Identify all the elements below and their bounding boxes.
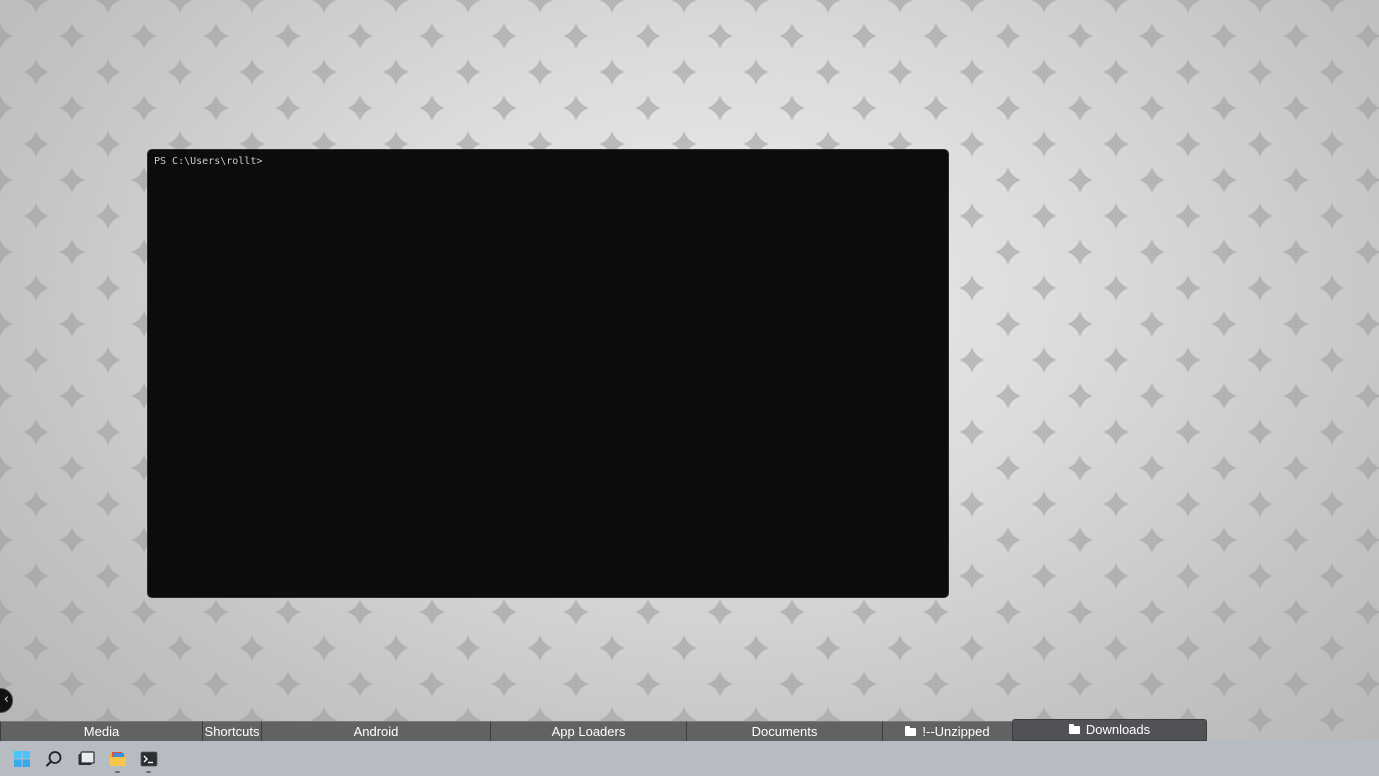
task-view-icon[interactable] — [77, 750, 95, 768]
folder-tab-downloads[interactable]: Downloads — [1012, 719, 1207, 741]
terminal-prompt: PS C:\Users\rollt> — [154, 156, 263, 167]
folder-tab-label: App Loaders — [551, 724, 626, 739]
running-indicator — [146, 771, 151, 773]
folder-tab-label: Downloads — [1085, 722, 1151, 737]
folder-tab-unzipped[interactable]: !--Unzipped — [882, 721, 1012, 741]
terminal-window[interactable]: PS C:\Users\rollt> — [148, 150, 948, 597]
folder-tab-media[interactable]: Media — [0, 721, 202, 741]
folder-tab-app-loaders[interactable]: App Loaders — [490, 721, 686, 741]
folder-icon — [1068, 724, 1080, 734]
folder-toolbar: Media Shortcuts Android App Loaders Docu… — [0, 719, 1379, 741]
folder-tab-shortcuts[interactable]: Shortcuts — [202, 721, 261, 741]
search-icon[interactable] — [45, 750, 63, 768]
folder-tab-label: Media — [83, 724, 120, 739]
running-indicator — [115, 771, 120, 773]
folder-tab-documents[interactable]: Documents — [686, 721, 882, 741]
chevron-left-icon: ‹ — [3, 692, 9, 707]
folder-icon — [905, 726, 917, 736]
folder-tab-label: Android — [353, 724, 399, 739]
terminal-icon[interactable] — [140, 750, 158, 768]
folder-tab-android[interactable]: Android — [261, 721, 490, 741]
taskbar — [0, 741, 1379, 776]
file-explorer-icon[interactable] — [109, 750, 127, 768]
desktop: PS C:\Users\rollt> ‹ Media Shortcuts And… — [0, 0, 1379, 776]
folder-tab-label: Shortcuts — [204, 724, 260, 739]
folder-tab-label: !--Unzipped — [922, 724, 990, 739]
start-icon[interactable] — [13, 750, 31, 768]
folder-tab-label: Documents — [751, 724, 818, 739]
